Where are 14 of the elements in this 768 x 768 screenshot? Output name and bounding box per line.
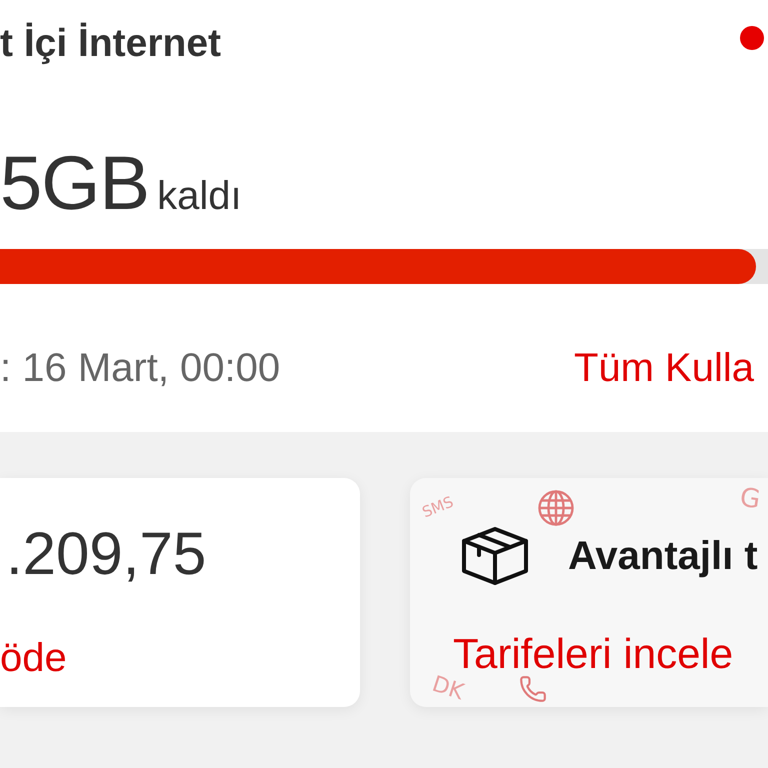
data-amount: 5GB [0,146,150,222]
promo-title: Avantajlı t [568,533,758,580]
globe-icon [538,490,574,526]
remaining-label: kaldı [157,173,242,220]
package-icon [462,527,528,585]
pattern-label: SMS [420,494,456,520]
pattern-label: G [738,484,762,514]
usage-details-link[interactable]: Tüm Kulla [574,344,754,392]
notification-dot-icon [740,26,764,50]
section-title: t İçi İnternet [0,21,222,67]
phone-icon [520,676,546,702]
renewal-date: : 16 Mart, 00:00 [0,345,280,392]
bill-amount: .209,75 [6,524,206,584]
pay-link[interactable]: öde [0,634,67,682]
